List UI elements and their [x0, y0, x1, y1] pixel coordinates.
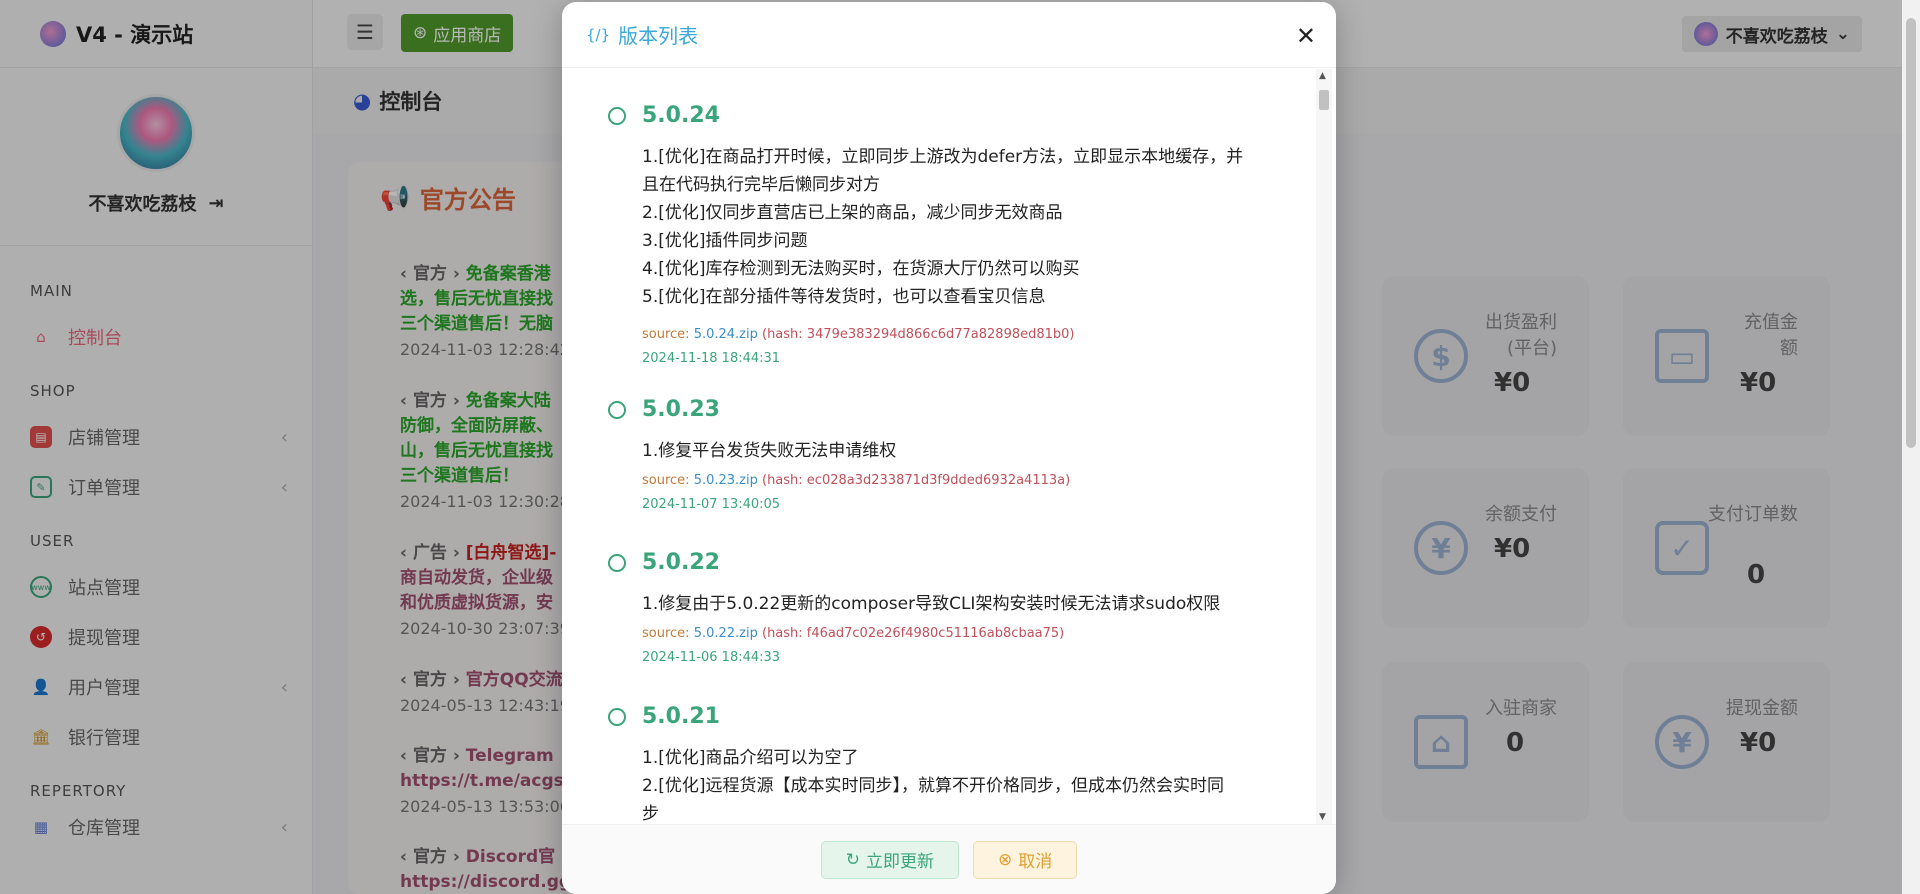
cancel-button[interactable]: ⊗ 取消	[973, 840, 1078, 879]
cancel-icon: ⊗	[998, 849, 1013, 870]
version-list-modal: {/} 版本列表 ✕ 5.0.24 1.[优化]在商品打开时候，立即同步上游改为…	[562, 2, 1336, 894]
modal-header: {/} 版本列表 ✕	[562, 2, 1336, 68]
modal-title: 版本列表	[618, 24, 699, 48]
page-scrollbar[interactable]	[1902, 0, 1920, 894]
modal-scrollbar[interactable]: ▲ ▼	[1316, 69, 1332, 824]
version-changes: 1.修复由于5.0.22更新的composer导致CLI架构安装时候无法请求su…	[642, 594, 1221, 614]
source-file-link[interactable]: 5.0.23.zip	[694, 473, 758, 488]
update-now-label: 立即更新	[866, 852, 934, 872]
source-file-link[interactable]: 5.0.22.zip	[694, 626, 758, 641]
version-date: 2024-11-06 18:44:33	[642, 650, 781, 665]
cancel-label: 取消	[1018, 852, 1053, 872]
code-icon: {/}	[586, 25, 611, 44]
refresh-icon: ↻	[845, 849, 860, 870]
version-changes: 1.[优化]在商品打开时候，立即同步上游改为defer方法，立即显示本地缓存，并…	[642, 147, 1244, 307]
version-number: 5.0.23	[642, 397, 720, 422]
modal-footer: ↻ 立即更新 ⊗ 取消	[562, 824, 1336, 894]
modal-body[interactable]: 5.0.24 1.[优化]在商品打开时候，立即同步上游改为defer方法，立即显…	[562, 69, 1336, 824]
modal-scrollbar-thumb[interactable]	[1319, 90, 1329, 110]
timeline-dot-icon	[608, 554, 626, 572]
timeline-dot-icon	[608, 401, 626, 419]
source-file-link[interactable]: 5.0.24.zip	[694, 327, 758, 342]
version-date: 2024-11-07 13:40:05	[642, 497, 781, 512]
version-changes: 1.修复平台发货失败无法申请维权	[642, 441, 897, 461]
update-now-button[interactable]: ↻ 立即更新	[820, 840, 959, 879]
version-number: 5.0.24	[642, 103, 720, 128]
close-icon[interactable]: ✕	[1296, 22, 1316, 50]
version-date: 2024-11-18 18:44:31	[642, 351, 781, 366]
scroll-down-icon[interactable]: ▼	[1319, 812, 1326, 822]
timeline-dot-icon	[608, 708, 626, 726]
version-source: source: 5.0.23.zip (hash: ec028a3d233871…	[642, 473, 1071, 488]
version-source: source: 5.0.22.zip (hash: f46ad7c02e26f4…	[642, 626, 1065, 641]
timeline-dot-icon	[608, 107, 626, 125]
version-changes: 1.[优化]商品介绍可以为空了 2.[优化]远程货源【成本实时同步】，就算不开价…	[642, 748, 1224, 824]
page-scrollbar-thumb[interactable]	[1906, 18, 1916, 448]
version-number: 5.0.22	[642, 550, 720, 575]
version-source: source: 5.0.24.zip (hash: 3479e383294d86…	[642, 327, 1075, 342]
scroll-up-icon[interactable]: ▲	[1319, 71, 1326, 81]
version-number: 5.0.21	[642, 704, 720, 729]
